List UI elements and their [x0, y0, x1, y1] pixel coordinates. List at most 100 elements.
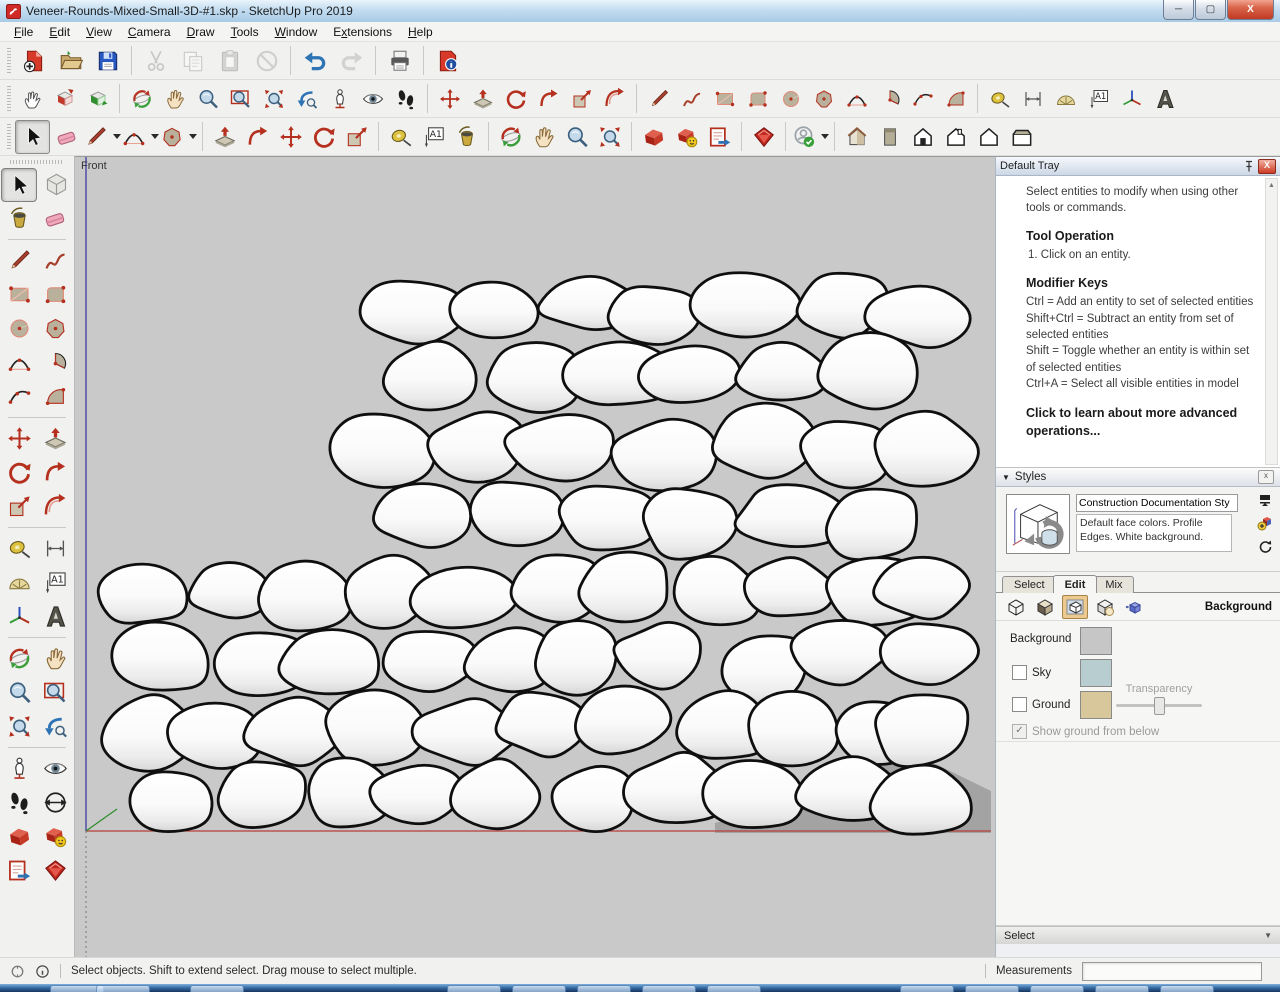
3d-text-tool-button[interactable] [38, 600, 72, 632]
scale-tool-button[interactable] [2, 490, 36, 522]
sky-color-swatch[interactable] [1080, 659, 1112, 687]
taskbar-app-button[interactable] [900, 985, 954, 992]
menu-file[interactable]: File [6, 23, 41, 41]
stone[interactable] [575, 686, 670, 754]
3d-text-button[interactable] [1148, 83, 1181, 115]
view-iso-button[interactable] [840, 121, 873, 153]
send-to-layout-tool-button[interactable] [2, 854, 36, 886]
view-left-button[interactable] [972, 121, 1005, 153]
polygon-tool-button[interactable] [38, 312, 72, 344]
circle-button[interactable] [774, 83, 807, 115]
sky-checkbox[interactable] [1012, 665, 1027, 680]
tape-measure-button[interactable] [384, 121, 417, 153]
view-front-button[interactable] [906, 121, 939, 153]
red-component-tool-button[interactable] [48, 83, 81, 115]
position-camera-button[interactable] [323, 83, 356, 115]
stone[interactable] [451, 759, 540, 829]
move-button[interactable] [433, 83, 466, 115]
stone[interactable] [608, 287, 700, 345]
pan-tool-button[interactable] [38, 642, 72, 674]
zoom-previous-button[interactable] [290, 83, 323, 115]
pan-button[interactable] [527, 121, 560, 153]
protractor-tool-button[interactable] [2, 566, 36, 598]
zoom-tool-button[interactable] [2, 676, 36, 708]
pin-icon[interactable] [1243, 160, 1255, 173]
arc-3-point-tool-button[interactable] [2, 380, 36, 412]
toolbar-drag-handle[interactable] [7, 86, 11, 112]
background-settings-button[interactable] [1062, 595, 1088, 619]
rectangle-button[interactable] [708, 83, 741, 115]
freehand-tool-button[interactable] [38, 244, 72, 276]
orbit-button[interactable] [125, 83, 158, 115]
stone[interactable] [749, 691, 838, 765]
stone[interactable] [450, 282, 538, 338]
model-viewport[interactable]: Front [75, 156, 995, 958]
scale-button[interactable] [340, 121, 373, 153]
walk-button[interactable] [389, 83, 422, 115]
background-color-swatch[interactable] [1080, 627, 1112, 655]
push-pull-tool-button[interactable] [38, 422, 72, 454]
new-button[interactable] [15, 45, 52, 77]
open-button[interactable] [52, 45, 89, 77]
stone[interactable] [690, 273, 801, 337]
menu-help[interactable]: Help [400, 23, 441, 41]
stone[interactable] [330, 414, 435, 487]
position-camera-tool-button[interactable] [2, 752, 36, 784]
follow-me-button[interactable] [532, 83, 565, 115]
paint-bucket-tool-button[interactable] [2, 202, 36, 234]
text-button[interactable]: A1 [1082, 83, 1115, 115]
follow-me-tool-button[interactable] [38, 456, 72, 488]
share-model-button[interactable] [670, 121, 703, 153]
stone[interactable] [98, 564, 187, 623]
restore-button[interactable]: ▢ [1195, 0, 1226, 20]
pan-button[interactable] [158, 83, 191, 115]
secondary-pane-toggle-button[interactable] [1256, 493, 1274, 512]
offset-button[interactable] [598, 83, 631, 115]
transparency-slider[interactable] [1116, 704, 1202, 707]
section-plane-tool-button[interactable] [38, 786, 72, 818]
stone[interactable] [736, 342, 828, 400]
style-thumbnail[interactable] [1006, 494, 1070, 554]
stone[interactable] [818, 333, 917, 409]
dropdown-arrow-icon[interactable] [821, 134, 829, 139]
taskbar-app-button[interactable] [190, 985, 244, 992]
account-button[interactable] [791, 121, 829, 153]
move-tool-button[interactable] [2, 422, 36, 454]
stone[interactable] [410, 567, 518, 628]
stone[interactable] [373, 484, 470, 548]
freehand-button[interactable] [675, 83, 708, 115]
close-button[interactable]: X [1227, 0, 1274, 20]
line-button[interactable] [83, 121, 121, 153]
view-right-button[interactable] [1005, 121, 1038, 153]
hand-tool-button[interactable] [15, 83, 48, 115]
line-tool-button[interactable] [2, 244, 36, 276]
make-component-tool-button[interactable] [39, 168, 73, 200]
rotate-button[interactable] [499, 83, 532, 115]
push-pull-button[interactable] [466, 83, 499, 115]
menu-tools[interactable]: Tools [223, 23, 267, 41]
extension-warehouse-tool-button[interactable] [38, 854, 72, 886]
stone[interactable] [791, 620, 889, 685]
pie-button[interactable] [873, 83, 906, 115]
taskbar-app-button[interactable] [965, 985, 1019, 992]
zoom-extents-tool-button[interactable] [2, 710, 36, 742]
3d-warehouse-tool-button[interactable] [2, 820, 36, 852]
view-top-button[interactable] [873, 121, 906, 153]
minimize-button[interactable]: ─ [1163, 0, 1194, 20]
rectangle-tool-button[interactable] [2, 278, 36, 310]
text-button[interactable]: A1 [417, 121, 450, 153]
orbit-button[interactable] [494, 121, 527, 153]
extension-warehouse-button[interactable] [747, 121, 780, 153]
zoom-extents-button[interactable] [593, 121, 626, 153]
zoom-window-button[interactable] [224, 83, 257, 115]
tape-measure-button[interactable] [983, 83, 1016, 115]
line-button[interactable] [642, 83, 675, 115]
taskbar-app-button[interactable] [1095, 985, 1149, 992]
eraser-tool-button[interactable] [38, 202, 72, 234]
taskbar-app-button[interactable] [577, 985, 631, 992]
look-around-button[interactable] [356, 83, 389, 115]
select-button[interactable] [15, 120, 50, 154]
polygon-button[interactable] [807, 83, 840, 115]
style-name-input[interactable] [1076, 494, 1238, 512]
stone[interactable] [130, 772, 212, 832]
